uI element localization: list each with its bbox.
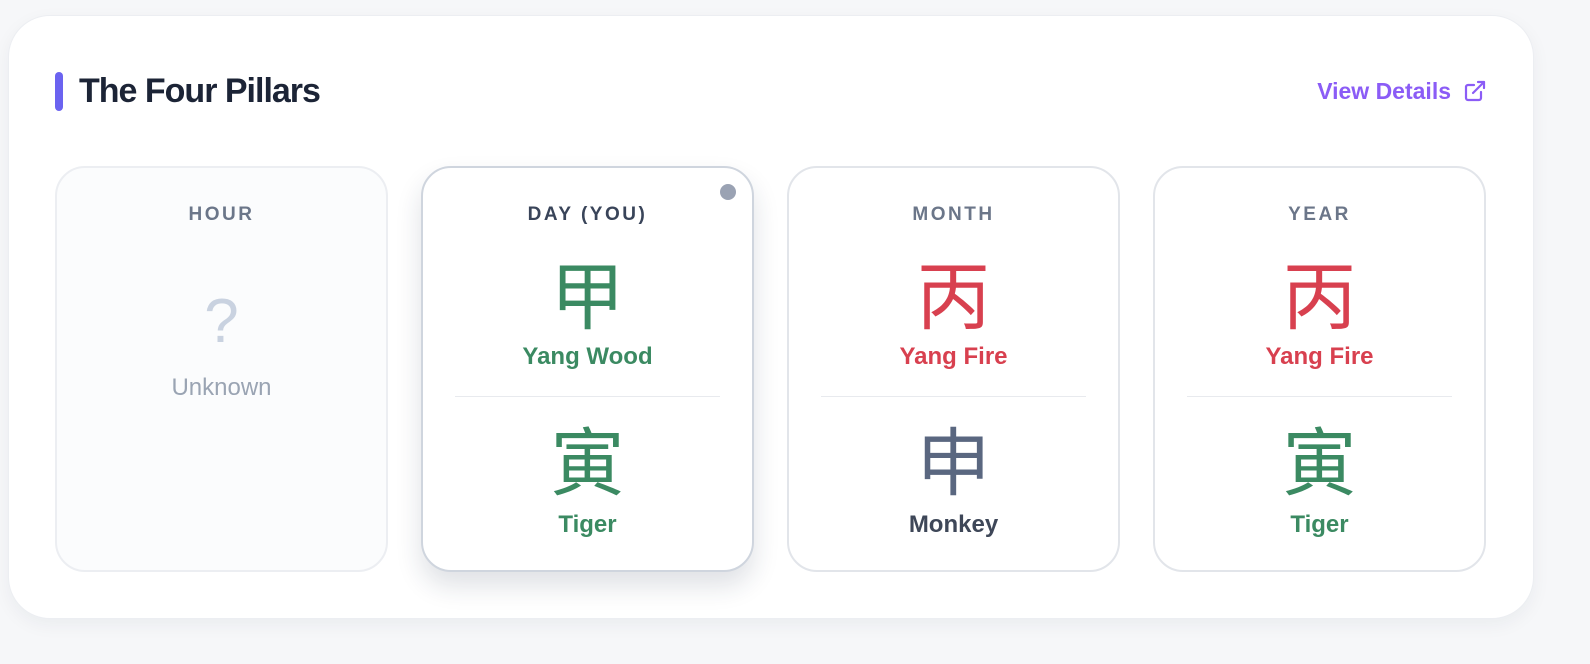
heavenly-stem-name: Yang Fire [1265, 343, 1374, 370]
pillar-divider [821, 396, 1086, 397]
section-title: The Four Pillars [79, 72, 321, 110]
pillar-label: HOUR [188, 204, 255, 225]
heavenly-stem-name: Yang Fire [899, 343, 1008, 370]
pillar-month[interactable]: MONTH 丙 Yang Fire 申 Monkey [787, 166, 1120, 572]
pillar-divider [455, 396, 720, 397]
view-details-link[interactable]: View Details [1317, 76, 1487, 106]
heavenly-stem-char: 丙 [916, 255, 991, 341]
earthly-branch-char: 寅 [1282, 421, 1357, 507]
earthly-branch-name: Monkey [908, 511, 999, 538]
pillar-label: DAY (YOU) [527, 204, 648, 225]
unknown-icon: ? [204, 287, 239, 356]
pillar-hour[interactable]: HOUR ? Unknown [55, 166, 388, 572]
earthly-branch-char: 申 [916, 421, 991, 507]
unknown-text: Unknown [171, 374, 272, 401]
heavenly-stem-char: 甲 [550, 255, 625, 341]
pillar-divider [1187, 396, 1452, 397]
external-link-icon [1464, 80, 1486, 102]
self-indicator-dot [720, 184, 736, 200]
pillar-year[interactable]: YEAR 丙 Yang Fire 寅 Tiger [1153, 166, 1486, 572]
heavenly-stem-name: Yang Wood [522, 343, 653, 370]
earthly-branch-name: Tiger [1290, 511, 1349, 538]
pillar-label: YEAR [1288, 204, 1351, 225]
pillar-label: MONTH [912, 204, 995, 225]
section-accent-bar [55, 72, 63, 111]
earthly-branch-char: 寅 [550, 421, 625, 507]
pillar-day[interactable]: DAY (YOU) 甲 Yang Wood 寅 Tiger [421, 166, 754, 572]
heavenly-stem-char: 丙 [1282, 255, 1357, 341]
view-details-label: View Details [1317, 78, 1451, 104]
earthly-branch-name: Tiger [558, 511, 617, 538]
